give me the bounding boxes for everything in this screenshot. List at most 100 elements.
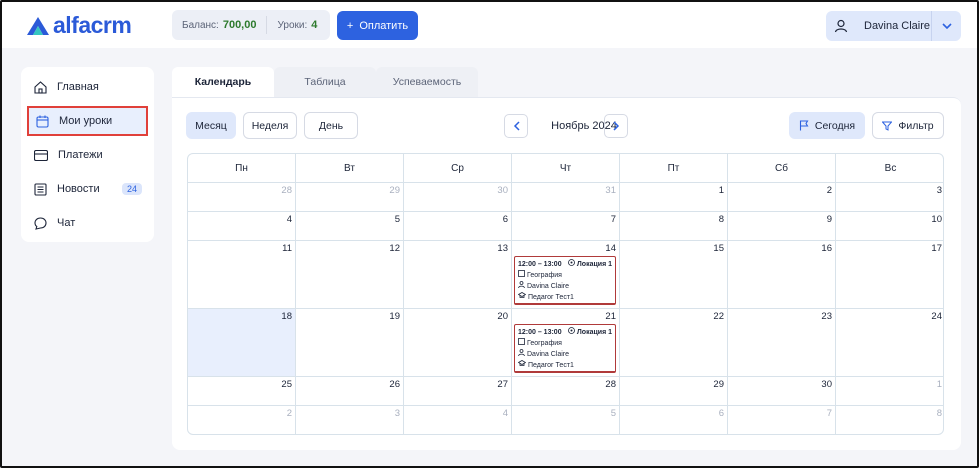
day-cell[interactable]: 28 <box>188 183 296 211</box>
tab-progress[interactable]: Успеваемость <box>376 67 478 97</box>
user-icon <box>826 11 856 41</box>
day-number: 1 <box>718 185 724 196</box>
lesson-event[interactable]: 12:00 – 13:00 Локация 1 География Davina… <box>514 324 616 373</box>
month-view-button[interactable]: Месяц <box>186 112 236 139</box>
day-cell[interactable]: 5 <box>512 406 620 434</box>
event-teacher: Педагог Тест1 <box>528 362 574 369</box>
today-button-label: Сегодня <box>814 119 856 132</box>
sidebar-item-payments[interactable]: Платежи <box>27 141 148 169</box>
tab-calendar[interactable]: Календарь <box>172 67 274 97</box>
user-menu[interactable]: Davina Claire <box>826 11 961 41</box>
day-cell[interactable]: 8 <box>836 406 943 434</box>
sidebar-item-label: Чат <box>57 217 76 229</box>
logo-text: alfacrm <box>53 12 132 38</box>
news-icon <box>34 182 47 196</box>
day-cell[interactable]: 6 <box>620 406 728 434</box>
day-cell[interactable]: 31 <box>512 183 620 211</box>
calendar-week: 18 19 20 21 12:00 – 13:00 Локация 1 Геог… <box>188 309 943 377</box>
day-cell[interactable]: 15 <box>620 241 728 308</box>
day-cell[interactable]: 29 <box>296 183 404 211</box>
chevron-down-icon[interactable] <box>931 11 961 41</box>
day-number: 13 <box>497 243 508 254</box>
calendar-week: 11 12 13 14 12:00 – 13:00 Локация 1 Геог… <box>188 241 943 309</box>
sidebar-item-label: Главная <box>57 81 99 93</box>
day-cell[interactable]: 23 <box>728 309 836 376</box>
day-cell[interactable]: 7 <box>512 212 620 240</box>
day-cell[interactable]: 30 <box>404 183 512 211</box>
location-icon <box>567 259 575 270</box>
day-cell[interactable]: 9 <box>728 212 836 240</box>
day-cell-today[interactable]: 18 <box>188 309 296 376</box>
day-cell[interactable]: 3 <box>296 406 404 434</box>
card-icon <box>34 149 48 161</box>
lessons-value: 4 <box>311 19 318 31</box>
day-cell[interactable]: 19 <box>296 309 404 376</box>
day-number: 6 <box>718 408 724 419</box>
day-cell[interactable]: 4 <box>404 406 512 434</box>
day-cell[interactable]: 6 <box>404 212 512 240</box>
day-cell[interactable]: 11 <box>188 241 296 308</box>
day-number: 2 <box>286 408 292 419</box>
day-number: 6 <box>502 214 508 225</box>
sidebar: Главная Мои уроки Платежи Новости 24 Чат <box>21 67 154 242</box>
day-number: 29 <box>713 379 724 390</box>
filter-button[interactable]: Фильтр <box>872 112 944 139</box>
logo[interactable]: alfacrm <box>26 12 132 39</box>
lesson-event[interactable]: 12:00 – 13:00 Локация 1 География Davina… <box>514 256 616 305</box>
sidebar-item-news[interactable]: Новости 24 <box>27 175 148 203</box>
day-cell[interactable]: 5 <box>296 212 404 240</box>
sidebar-item-home[interactable]: Главная <box>27 73 148 101</box>
day-cell[interactable]: 21 12:00 – 13:00 Локация 1 География Dav… <box>512 309 620 376</box>
day-cell[interactable]: 28 <box>512 377 620 405</box>
day-cell[interactable]: 17 <box>836 241 943 308</box>
day-cell[interactable]: 13 <box>404 241 512 308</box>
day-cell[interactable]: 27 <box>404 377 512 405</box>
calendar-week: 25 26 27 28 29 30 1 <box>188 377 943 406</box>
day-cell[interactable]: 1 <box>836 377 943 405</box>
teacher-icon <box>517 360 527 371</box>
day-cell[interactable]: 22 <box>620 309 728 376</box>
day-cell[interactable]: 10 <box>836 212 943 240</box>
balance-value: 700,00 <box>222 19 257 31</box>
calendar-week: 2 3 4 5 6 7 8 <box>188 406 943 434</box>
user-name: Davina Claire <box>864 20 931 32</box>
prev-month-button[interactable] <box>504 114 528 138</box>
day-cell[interactable]: 24 <box>836 309 943 376</box>
pay-button[interactable]: + Оплатить <box>337 11 418 40</box>
day-number: 25 <box>281 379 292 390</box>
day-cell[interactable]: 3 <box>836 183 943 211</box>
view-tabs: Календарь Таблица Успеваемость <box>172 67 478 97</box>
day-number: 10 <box>931 214 942 225</box>
day-cell[interactable]: 20 <box>404 309 512 376</box>
day-number: 14 <box>605 243 616 254</box>
day-cell[interactable]: 2 <box>188 406 296 434</box>
day-cell[interactable]: 29 <box>620 377 728 405</box>
news-count-badge: 24 <box>121 183 142 195</box>
tab-table[interactable]: Таблица <box>274 67 376 97</box>
sidebar-item-label: Новости <box>57 183 100 195</box>
day-cell[interactable]: 30 <box>728 377 836 405</box>
today-button[interactable]: Сегодня <box>789 112 865 139</box>
day-cell[interactable]: 1 <box>620 183 728 211</box>
day-cell[interactable]: 16 <box>728 241 836 308</box>
student-icon <box>518 349 525 360</box>
week-view-button[interactable]: Неделя <box>243 112 297 139</box>
event-time: 12:00 – 13:00 <box>518 329 562 336</box>
day-cell[interactable]: 14 12:00 – 13:00 Локация 1 География Dav… <box>512 241 620 308</box>
day-view-button[interactable]: День <box>304 112 358 139</box>
day-number: 27 <box>497 379 508 390</box>
day-cell[interactable]: 12 <box>296 241 404 308</box>
flag-icon <box>799 120 809 131</box>
day-cell[interactable]: 25 <box>188 377 296 405</box>
sidebar-item-my-lessons[interactable]: Мои уроки <box>27 106 148 136</box>
day-number: 12 <box>389 243 400 254</box>
next-month-button[interactable] <box>604 114 628 138</box>
day-cell[interactable]: 26 <box>296 377 404 405</box>
sidebar-item-chat[interactable]: Чат <box>27 209 148 237</box>
month-calendar: Пн Вт Ср Чт Пт Сб Вс 28 29 30 31 1 2 3 4 <box>187 153 944 435</box>
day-cell[interactable]: 8 <box>620 212 728 240</box>
event-time: 12:00 – 13:00 <box>518 261 562 268</box>
day-cell[interactable]: 4 <box>188 212 296 240</box>
day-cell[interactable]: 7 <box>728 406 836 434</box>
day-cell[interactable]: 2 <box>728 183 836 211</box>
